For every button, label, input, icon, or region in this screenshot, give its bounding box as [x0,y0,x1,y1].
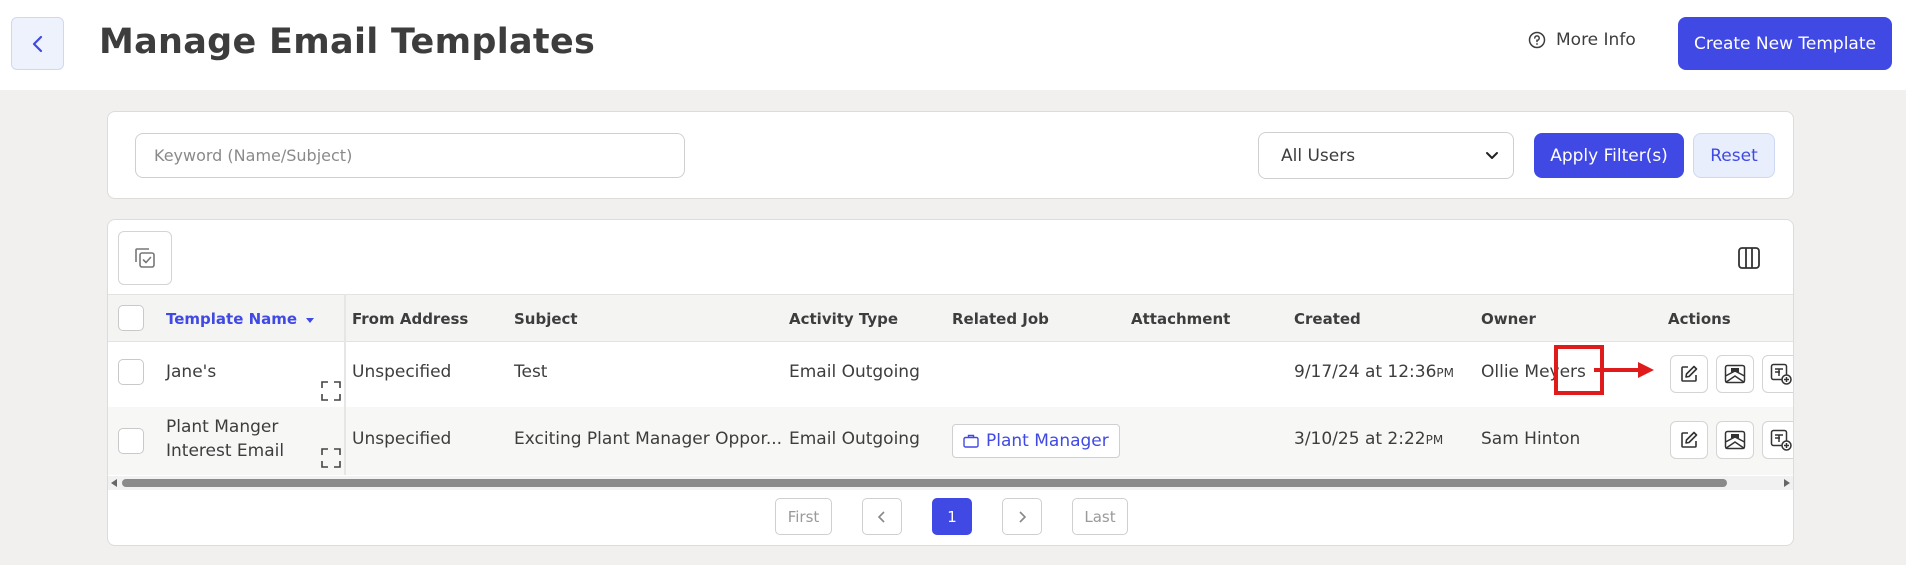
select-all-checkbox[interactable] [118,305,144,331]
horizontal-scrollbar[interactable] [108,476,1793,490]
created-date: 3/10/25 at 2:22PM [1294,429,1444,449]
subject: Exciting Plant Manager Oppor... [514,429,783,449]
owner: Sam Hinton [1481,429,1581,449]
pagination-page-current[interactable]: 1 [932,498,972,535]
row-checkbox[interactable] [118,428,144,454]
add-template-button[interactable] [1762,421,1793,459]
email-preview-button[interactable] [1716,355,1754,393]
column-header-activity: Activity Type [789,310,899,328]
column-header-related-job: Related Job [952,310,1049,328]
column-header-template-name[interactable]: Template Name [166,310,315,328]
column-header-created: Created [1294,310,1361,328]
back-button[interactable] [11,17,64,70]
column-header-actions: Actions [1668,310,1731,328]
users-select[interactable]: All Users [1258,132,1514,179]
page-title: Manage Email Templates [99,22,596,62]
columns-toggle-button[interactable] [1733,242,1765,274]
apply-filters-button[interactable]: Apply Filter(s) [1534,133,1684,178]
scrollbar-thumb[interactable] [122,479,1727,487]
chevron-right-icon [1019,510,1027,523]
edit-icon [1681,365,1698,382]
table-row[interactable]: Plant Manger Interest Email Unspecified … [108,407,1793,475]
template-add-icon [1770,363,1792,385]
created-date: 9/17/24 at 12:36PM [1294,362,1455,382]
top-bar: Manage Email Templates More Info Create … [0,0,1906,90]
briefcase-icon [963,434,979,448]
more-info-label: More Info [1556,30,1636,50]
activity-type: Email Outgoing [789,429,920,449]
reset-button[interactable]: Reset [1693,133,1775,178]
column-header-attachment: Attachment [1131,310,1231,328]
related-job-link[interactable]: Plant Manager [952,424,1120,458]
pagination-last[interactable]: Last [1072,498,1128,535]
help-circle-icon [1528,31,1546,49]
pagination-first[interactable]: First [775,498,832,535]
chevron-left-icon [32,35,42,52]
template-name-line-1[interactable]: Plant Manger [166,417,278,437]
more-info-link[interactable]: More Info [1528,30,1636,50]
edit-icon [1681,431,1698,448]
template-add-icon [1770,429,1792,451]
templates-table-card: Template Name From Address Subject Activ… [107,219,1794,546]
row-checkbox[interactable] [118,359,144,385]
sticky-column-divider [344,294,346,475]
pagination-next[interactable] [1002,498,1042,535]
column-header-subject: Subject [514,310,578,328]
expand-icon[interactable] [320,380,342,402]
template-name-line-2[interactable]: Interest Email [166,441,284,461]
copy-check-icon [135,248,155,268]
table-header-row: Template Name From Address Subject Activ… [108,294,1793,342]
email-template-icon [1724,430,1746,450]
email-template-icon [1724,364,1746,384]
chevron-down-icon [1486,151,1498,159]
related-job-label: Plant Manager [986,431,1109,451]
add-template-button[interactable] [1762,355,1793,393]
edit-button[interactable] [1670,421,1708,459]
scroll-left-arrow-icon[interactable] [111,479,117,487]
subject: Test [514,362,548,382]
copy-template-button[interactable] [118,231,172,285]
activity-type: Email Outgoing [789,362,920,382]
columns-icon [1738,247,1760,269]
chevron-left-icon [877,510,885,523]
expand-icon[interactable] [320,447,342,469]
template-name[interactable]: Jane's [166,362,216,382]
column-header-owner: Owner [1481,310,1536,328]
table-row[interactable]: Jane's Unspecified Test Email Outgoing 9… [108,342,1793,407]
edit-button[interactable] [1670,355,1708,393]
from-address: Unspecified [352,362,452,382]
scroll-right-arrow-icon[interactable] [1784,479,1790,487]
filter-panel: All Users Apply Filter(s) Reset [107,111,1794,199]
create-template-button[interactable]: Create New Template [1678,17,1892,70]
users-select-value: All Users [1281,145,1356,166]
keyword-search-input[interactable] [135,133,685,178]
pagination-prev[interactable] [862,498,902,535]
column-header-from: From Address [352,310,469,328]
red-arrow-icon [1594,362,1654,378]
sort-down-icon [306,318,315,323]
from-address: Unspecified [352,429,452,449]
email-preview-button[interactable] [1716,421,1754,459]
